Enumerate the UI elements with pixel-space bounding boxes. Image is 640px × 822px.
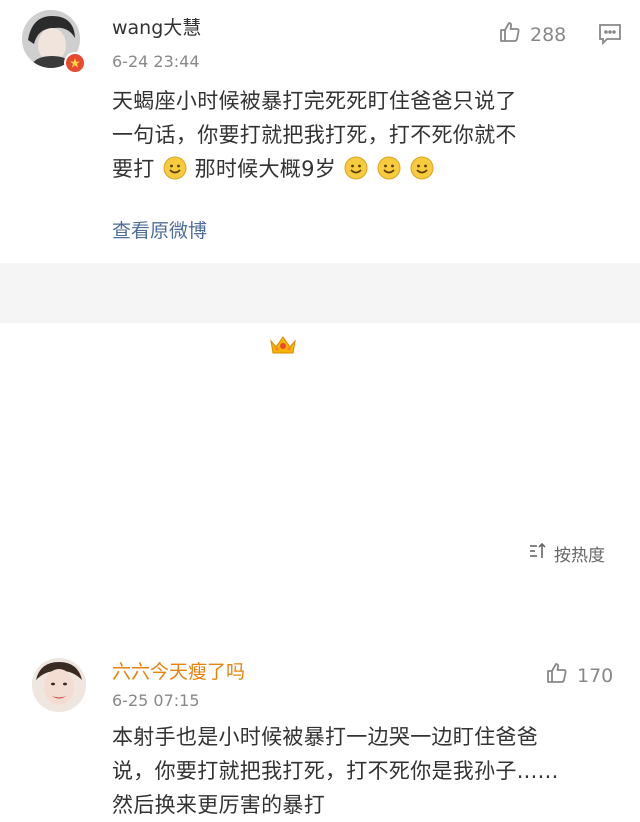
sort-bar: 按热度: [0, 263, 640, 566]
like-button[interactable]: 288: [498, 20, 566, 49]
view-original-link[interactable]: 查看原微博: [112, 216, 207, 243]
like-count: 288: [530, 23, 567, 46]
comment-text: 天蝎座小时候被暴打完死死盯住爸爸只说了 一句话，你要打就把我打死，打不死你就不 …: [112, 89, 517, 181]
thumbs-up-icon: [545, 661, 569, 690]
sort-icon: [528, 542, 548, 565]
smile-emoji-icon: [163, 156, 187, 180]
sort-label: 按热度: [554, 546, 605, 566]
like-count: 170: [577, 664, 614, 687]
username[interactable]: wang大慧: [112, 16, 201, 40]
like-button[interactable]: 170: [545, 661, 613, 690]
smile-emoji-icon: [377, 156, 401, 180]
username[interactable]: 六六今天瘦了吗: [112, 660, 245, 684]
timestamp: 6-24 23:44: [112, 52, 200, 71]
verified-badge-icon: [64, 52, 86, 74]
avatar[interactable]: [32, 658, 86, 712]
smile-emoji-icon: [410, 156, 434, 180]
sort-button[interactable]: 按热度: [528, 541, 605, 566]
comment-card: wang大慧 6-24 23:44 288 天蝎座小时候被暴打完死死盯住爸爸只说…: [0, 0, 640, 263]
comment-card: 六六今天瘦了吗 6-25 07:15 170 本射手也是小时候被暴打一边哭一边盯…: [0, 323, 640, 817]
crown-icon: [268, 333, 298, 355]
comment-text: 本射手也是小时候被暴打一边哭一边盯住爸爸 说，你要打就把我打死，打不死你是我孙子…: [112, 725, 559, 817]
comment-icon[interactable]: [598, 23, 622, 49]
smile-emoji-icon: [344, 156, 368, 180]
thumbs-up-icon: [498, 20, 522, 49]
timestamp: 6-25 07:15: [112, 691, 200, 710]
